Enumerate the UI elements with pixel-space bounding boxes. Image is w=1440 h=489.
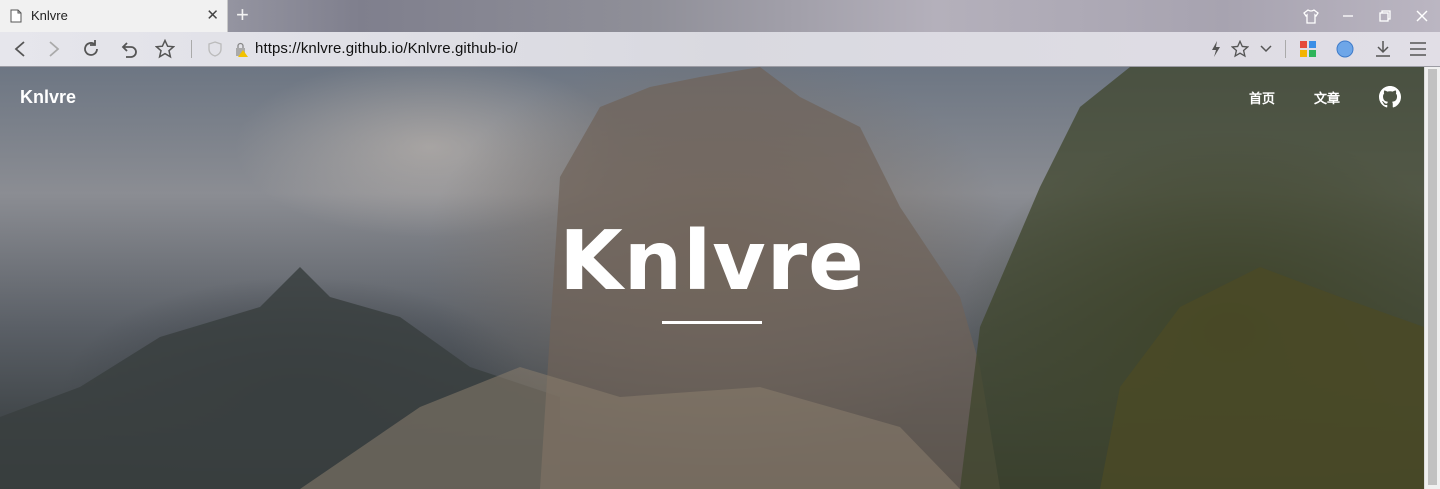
toolbar-divider [1285,40,1286,58]
window-controls [1292,0,1440,32]
back-arrow-icon[interactable] [8,32,32,66]
lock-warning-icon[interactable] [232,32,250,66]
lightning-icon[interactable] [1208,32,1224,66]
github-icon[interactable] [1379,86,1401,108]
tab-close-icon[interactable]: ✕ [206,6,219,24]
forward-arrow-icon[interactable] [42,32,66,66]
close-icon[interactable] [1403,0,1440,32]
site-logo[interactable]: Knlvre [20,87,76,108]
star-icon[interactable] [153,32,177,66]
download-icon[interactable] [1372,32,1394,66]
tab-title: Knlvre [31,8,68,23]
hero-title: Knlvre [559,214,865,309]
apps-grid-icon[interactable] [1297,32,1319,66]
globe-icon[interactable] [1334,32,1356,66]
hamburger-icon[interactable] [1407,32,1429,66]
browser-titlebar: Knlvre ✕ + [0,0,1440,32]
nav-home-link[interactable]: 首页 [1249,88,1275,107]
shield-icon[interactable] [206,32,224,66]
star-outline-icon[interactable] [1229,32,1251,66]
toolbar-divider [191,40,192,58]
browser-navbar: https://knlvre.github.io/Knlvre.github-i… [0,32,1440,67]
site-navigation: 首页 文章 [1249,86,1401,108]
hero-section: Knlvre 首页 文章 Knlvre [0,67,1424,489]
hero-divider [662,321,762,324]
page-icon [10,9,22,28]
minimize-icon[interactable] [1329,0,1366,32]
new-tab-button[interactable]: + [236,3,249,27]
nav-articles-link[interactable]: 文章 [1314,88,1340,107]
shirt-icon[interactable] [1292,0,1329,32]
page-scrollbar[interactable] [1424,67,1440,489]
address-bar-url[interactable]: https://knlvre.github.io/Knlvre.github-i… [255,40,518,57]
undo-icon[interactable] [117,32,141,66]
browser-tab[interactable]: Knlvre ✕ [0,0,228,32]
restore-icon[interactable] [1366,0,1403,32]
chevron-down-icon[interactable] [1257,32,1275,66]
scrollbar-thumb[interactable] [1428,69,1437,485]
reload-icon[interactable] [79,32,103,66]
